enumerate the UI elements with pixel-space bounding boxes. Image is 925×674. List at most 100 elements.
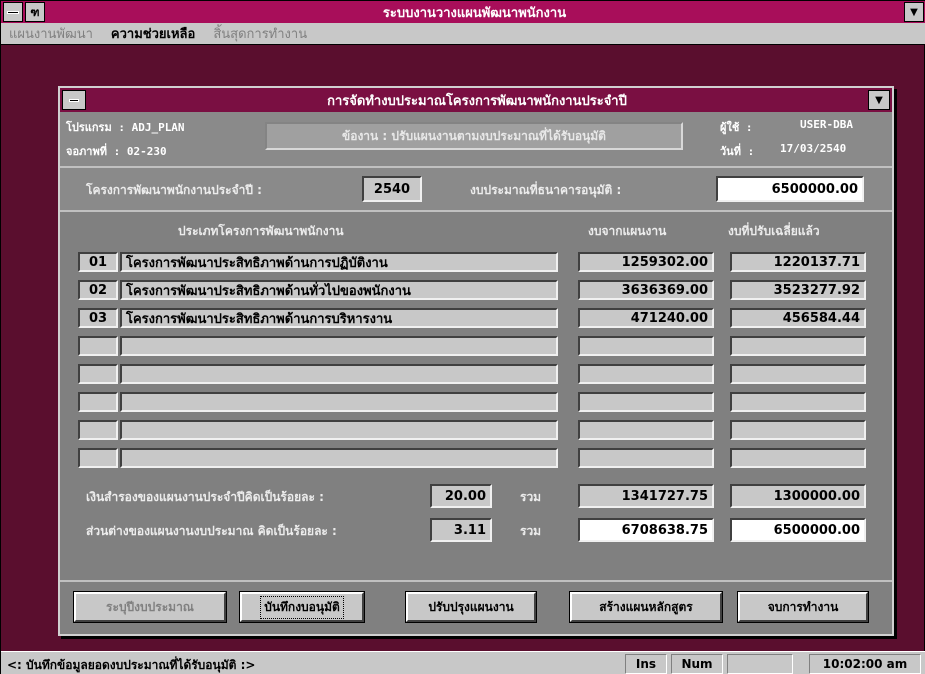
adjust-plan-button[interactable]: ปรับปรุงแผนงาน [405,591,537,623]
year-bar: โครงการพัฒนาพนักงานประจำปี : 2540 งบประม… [60,168,892,212]
row-adjusted-field[interactable]: 1220137.71 [730,252,866,272]
table-row: 01 โครงการพัฒนาประสิทธิภาพด้านการปฏิบัติ… [78,252,878,274]
row-name-field[interactable] [120,448,558,468]
create-course-plan-button-label: สร้างแผนหลักสูตร [599,599,693,614]
row-plan-field[interactable] [578,392,714,412]
row-name-field[interactable] [120,336,558,356]
approved-label: งบประมาณที่ธนาคารอนุมัติ : [470,183,622,197]
reserve-plan-field[interactable]: 1341727.75 [578,484,714,508]
system-menu-icon [69,98,79,102]
dialog-maximize-button[interactable]: ▼ [868,90,890,110]
row-name-field[interactable] [120,420,558,440]
reserve-total-label: รวม [520,490,542,504]
total-plan-field[interactable]: 6708638.75 [578,518,714,542]
app-logo-icon: ฑ [25,2,45,22]
row-name-field[interactable]: โครงการพัฒนาประสิทธิภาพด้านการปฏิบัติงาน [120,252,558,272]
table-row [78,420,878,442]
system-menu-button[interactable] [3,2,23,22]
row-adjusted-field[interactable] [730,448,866,468]
app-window: ฑ ระบบงานวางแผนพัฒนาพนักงาน ▼ แผนงานพัฒน… [0,0,925,674]
row-adjusted-field[interactable] [730,420,866,440]
totals-section: เงินสำรองของแผนงานประจำปีคิดเป็นร้อยละ :… [60,482,892,554]
row-adjusted-field[interactable] [730,392,866,412]
grand-total-label: รวม [520,524,542,538]
save-approval-button[interactable]: บันทึกงบอนุมัติ [239,591,365,623]
status-bar: <: บันทึกข้อมูลยอดงบประมาณที่ได้รับอนุมั… [1,651,925,674]
row-code-field[interactable] [78,392,118,412]
screen-label: จอภาพที่ : 02-230 [66,145,167,158]
table-row [78,448,878,470]
row-name-field[interactable] [120,392,558,412]
row-code-field[interactable]: 03 [78,308,118,328]
exit-button-label: จบการทำงาน [767,599,839,614]
menu-bar: แผนงานพัฒนา ความช่วยเหลือ สิ้นสุดการทำงา… [1,23,925,45]
table-row [78,336,878,358]
menu-item-help[interactable]: ความช่วยเหลือ [111,23,195,44]
info-bar: โปรแกรม : ADJ_PLAN จอภาพที่ : 02-230 ข้อ… [60,112,892,168]
row-name-field[interactable]: โครงการพัฒนาประสิทธิภาพด้านการบริหารงาน [120,308,558,328]
row-adjusted-field[interactable] [730,336,866,356]
menu-item-exit[interactable]: สิ้นสุดการทำงาน [213,23,307,44]
total-adjusted-field[interactable]: 6500000.00 [730,518,866,542]
column-header-type: ประเภทโครงการพัฒนาพนักงาน [178,224,344,238]
budget-year-button[interactable]: ระบุปีงบประมาณ [73,591,227,623]
row-name-field[interactable]: โครงการพัฒนาประสิทธิภาพด้านทั่วไปของพนัก… [120,280,558,300]
reserve-percent-field[interactable]: 20.00 [430,484,492,508]
table-row [78,364,878,386]
date-label: วันที่ : [720,145,755,158]
dialog-system-menu-button[interactable] [62,90,86,110]
column-header-plan: งบจากแผนงาน [588,224,667,238]
maximize-button[interactable]: ▼ [904,2,924,22]
row-code-field[interactable] [78,336,118,356]
create-course-plan-button[interactable]: สร้างแผนหลักสูตร [569,591,723,623]
user-value: USER-DBA [800,118,853,131]
year-field[interactable]: 2540 [362,176,422,202]
message-box: ข้องาน : ปรับแผนงานตามงบประมาณที่ได้รับอ… [265,122,683,150]
app-titlebar: ฑ ระบบงานวางแผนพัฒนาพนักงาน ▼ [1,1,925,23]
row-code-field[interactable]: 01 [78,252,118,272]
row-plan-field[interactable] [578,420,714,440]
approved-budget-field[interactable]: 6500000.00 [716,176,864,202]
save-approval-button-label: บันทึกงบอนุมัติ [260,595,344,619]
row-plan-field[interactable] [578,336,714,356]
row-code-field[interactable]: 02 [78,280,118,300]
row-code-field[interactable] [78,420,118,440]
exit-button[interactable]: จบการทำงาน [737,591,869,623]
ins-indicator: Ins [625,654,667,674]
row-plan-field[interactable]: 3636369.00 [578,280,714,300]
blank-indicator [727,654,793,674]
menu-item-plans[interactable]: แผนงานพัฒนา [9,23,93,44]
row-plan-field[interactable]: 1259302.00 [578,252,714,272]
diff-percent-field[interactable]: 3.11 [430,518,492,542]
table-row [78,392,878,414]
budget-dialog: การจัดทำงบประมาณโครงการพัฒนาพนักงานประจำ… [58,86,894,636]
triangle-down-icon: ▼ [875,94,883,106]
table-row: 03 โครงการพัฒนาประสิทธิภาพด้านการบริหารง… [78,308,878,330]
adjust-plan-button-label: ปรับปรุงแผนงาน [428,599,514,614]
row-code-field[interactable] [78,364,118,384]
dialog-titlebar: การจัดทำงบประมาณโครงการพัฒนาพนักงานประจำ… [60,88,892,112]
row-adjusted-field[interactable] [730,364,866,384]
program-label: โปรแกรม : ADJ_PLAN [66,121,185,134]
row-plan-field[interactable] [578,364,714,384]
row-name-field[interactable] [120,364,558,384]
system-menu-icon [7,10,19,14]
row-adjusted-field[interactable]: 3523277.92 [730,280,866,300]
column-header-adjusted: งบที่ปรับเฉลี่ยแล้ว [728,224,820,238]
row-adjusted-field[interactable]: 456584.44 [730,308,866,328]
table-row: 02 โครงการพัฒนาประสิทธิภาพด้านทั่วไปของพ… [78,280,878,302]
reserve-label: เงินสำรองของแผนงานประจำปีคิดเป็นร้อยละ : [86,490,324,504]
diff-label: ส่วนต่างของแผนงานงบประมาณ คิดเป็นร้อยละ … [86,524,337,538]
row-code-field[interactable] [78,448,118,468]
app-title: ระบบงานวางแผนพัฒนาพนักงาน [382,5,567,21]
budget-year-button-label: ระบุปีงบประมาณ [106,599,194,614]
user-label: ผู้ใช้ : [720,121,753,134]
clock: 10:02:00 am [809,654,921,674]
year-label: โครงการพัฒนาพนักงานประจำปี : [86,183,262,197]
row-plan-field[interactable]: 471240.00 [578,308,714,328]
date-value: 17/03/2540 [780,142,847,155]
reserve-adjusted-field[interactable]: 1300000.00 [730,484,866,508]
project-grid: ประเภทโครงการพัฒนาพนักงาน งบจากแผนงาน งบ… [60,212,892,482]
row-plan-field[interactable] [578,448,714,468]
status-message: <: บันทึกข้อมูลยอดงบประมาณที่ได้รับอนุมั… [7,658,256,672]
